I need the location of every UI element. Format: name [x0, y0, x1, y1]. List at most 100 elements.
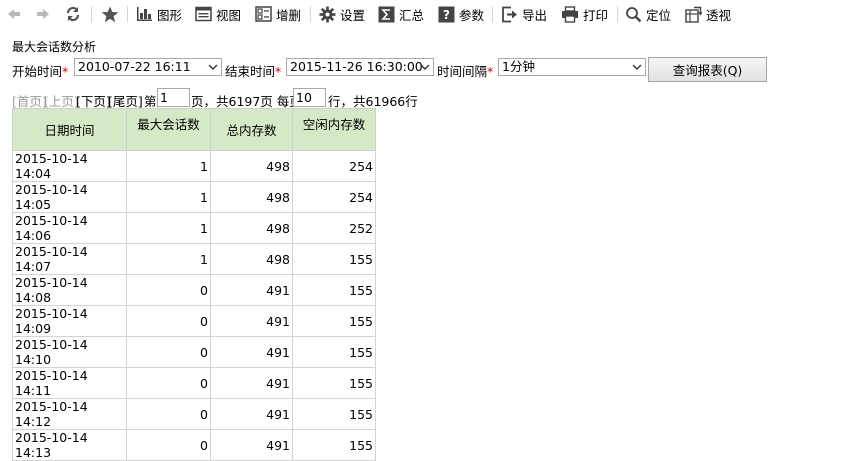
cell-free-memory: 254	[292, 181, 376, 213]
cell-free-memory: 155	[292, 336, 376, 368]
cell-total-memory: 491	[210, 429, 293, 461]
cell-max-sessions: 0	[126, 305, 211, 337]
cell-datetime: 2015-10-14 14:13	[12, 429, 127, 461]
cell-total-memory: 498	[210, 150, 293, 182]
data-table: 日期时间 最大会话数 总内存数 空闲内存数 2015-10-14 14:04 1 4…	[12, 108, 376, 461]
cell-max-sessions: 1	[126, 212, 211, 244]
cell-max-sessions: 0	[126, 367, 211, 399]
report-title: 最大会话数分析	[12, 40, 97, 54]
column-header-total-memory[interactable]: 总内存数	[210, 108, 293, 151]
graph-label: 图形	[157, 7, 183, 23]
print-button[interactable]: 打印	[561, 4, 608, 24]
cell-free-memory: 155	[292, 398, 376, 430]
cell-datetime: 2015-10-14 14:09	[12, 305, 127, 337]
cell-total-memory: 498	[210, 243, 293, 275]
params-button[interactable]: ? 参数	[438, 4, 484, 24]
cell-max-sessions: 0	[126, 429, 211, 461]
cell-free-memory: 252	[292, 212, 376, 244]
cell-free-memory: 155	[292, 429, 376, 461]
cell-datetime: 2015-10-14 14:11	[12, 367, 127, 399]
view-label: 视图	[216, 7, 242, 23]
export-button[interactable]: 导出	[501, 4, 547, 24]
cell-max-sessions: 0	[126, 398, 211, 430]
export-label: 导出	[522, 7, 548, 23]
cell-datetime: 2015-10-14 14:06	[12, 212, 127, 244]
cell-total-memory: 491	[210, 305, 293, 337]
per-page-input[interactable]: 10	[293, 88, 326, 107]
settings-label: 设置	[340, 7, 366, 23]
start-time-select[interactable]: 2010-07-22 16:11	[74, 58, 222, 76]
cell-max-sessions: 0	[126, 274, 211, 306]
graph-button[interactable]: 图形	[136, 4, 182, 24]
adddel-label: 增删	[276, 7, 302, 23]
cell-max-sessions: 1	[126, 181, 211, 213]
cell-datetime: 2015-10-14 14:04	[12, 150, 127, 182]
column-header-datetime[interactable]: 日期时间	[12, 108, 127, 151]
cell-datetime: 2015-10-14 14:12	[12, 398, 127, 430]
cell-datetime: 2015-10-14 14:10	[12, 336, 127, 368]
interval-label: 时间间隔*	[437, 64, 494, 79]
pivot-icon	[685, 6, 702, 23]
favorite-star-icon[interactable]	[101, 4, 119, 24]
sigma-icon	[378, 6, 395, 22]
settings-button[interactable]: 设置	[319, 4, 365, 24]
refresh-icon[interactable]	[64, 4, 82, 24]
pivot-button[interactable]: 透视	[685, 4, 731, 24]
table-row: 2015-10-14 14:04 1 498 254	[12, 150, 376, 182]
cell-total-memory: 498	[210, 181, 293, 213]
summary-button[interactable]: 汇总	[378, 4, 424, 24]
table-row: 2015-10-14 14:09 0 491 155	[12, 305, 376, 337]
locate-button[interactable]: 定位	[625, 4, 671, 24]
locate-label: 定位	[646, 7, 672, 23]
toolbar: 图形 视图 增删 设置 汇总 ? 参数 导出 打印 定位 透视	[0, 0, 853, 28]
svg-text:?: ?	[443, 8, 450, 22]
params-label: 参数	[459, 7, 485, 23]
cell-max-sessions: 1	[126, 243, 211, 275]
cell-datetime: 2015-10-14 14:07	[12, 243, 127, 275]
magnifier-icon	[626, 6, 642, 22]
cell-total-memory: 491	[210, 274, 293, 306]
cell-datetime: 2015-10-14 14:05	[12, 181, 127, 213]
column-header-max-sessions[interactable]: 最大会话数	[126, 108, 211, 151]
table-row: 2015-10-14 14:08 0 491 155	[12, 274, 376, 306]
printer-icon	[562, 5, 578, 23]
cell-max-sessions: 1	[126, 150, 211, 182]
bar-chart-icon	[137, 7, 152, 21]
print-label: 打印	[583, 7, 609, 23]
view-button[interactable]: 视图	[195, 4, 241, 24]
cell-free-memory: 254	[292, 150, 376, 182]
table-header-row: 日期时间 最大会话数 总内存数 空闲内存数	[12, 108, 376, 151]
export-icon	[502, 6, 517, 22]
view-window-icon	[195, 6, 212, 22]
forward-arrow-icon[interactable]	[35, 4, 51, 24]
page-number-input[interactable]: 1	[157, 88, 190, 107]
cell-total-memory: 491	[210, 336, 293, 368]
cell-datetime: 2015-10-14 14:08	[12, 274, 127, 306]
question-icon: ?	[438, 6, 455, 22]
cell-total-memory: 491	[210, 367, 293, 399]
start-time-label: 开始时间*	[12, 64, 69, 79]
table-row: 2015-10-14 14:11 0 491 155	[12, 367, 376, 399]
interval-select[interactable]: 1分钟	[498, 58, 646, 76]
table-row: 2015-10-14 14:05 1 498 254	[12, 181, 376, 213]
cell-total-memory: 491	[210, 398, 293, 430]
summary-label: 汇总	[399, 7, 425, 23]
cell-total-memory: 498	[210, 212, 293, 244]
cell-max-sessions: 0	[126, 336, 211, 368]
chevron-down-icon	[208, 64, 218, 70]
column-header-free-memory[interactable]: 空闲内存数	[292, 108, 376, 151]
table-row: 2015-10-14 14:13 0 491 155	[12, 429, 376, 461]
table-row: 2015-10-14 14:07 1 498 155	[12, 243, 376, 275]
cell-free-memory: 155	[292, 243, 376, 275]
back-arrow-icon[interactable]	[6, 4, 22, 24]
table-row: 2015-10-14 14:12 0 491 155	[12, 398, 376, 430]
table-row: 2015-10-14 14:10 0 491 155	[12, 336, 376, 368]
end-time-select[interactable]: 2015-11-26 16:30:00	[286, 58, 434, 76]
chevron-down-icon	[420, 64, 430, 70]
adddel-button[interactable]: 增删	[255, 4, 301, 24]
add-delete-icon	[255, 6, 272, 22]
cell-free-memory: 155	[292, 367, 376, 399]
query-report-button[interactable]: 查询报表(Q)	[648, 57, 767, 82]
pivot-label: 透视	[706, 7, 732, 23]
table-row: 2015-10-14 14:06 1 498 252	[12, 212, 376, 244]
